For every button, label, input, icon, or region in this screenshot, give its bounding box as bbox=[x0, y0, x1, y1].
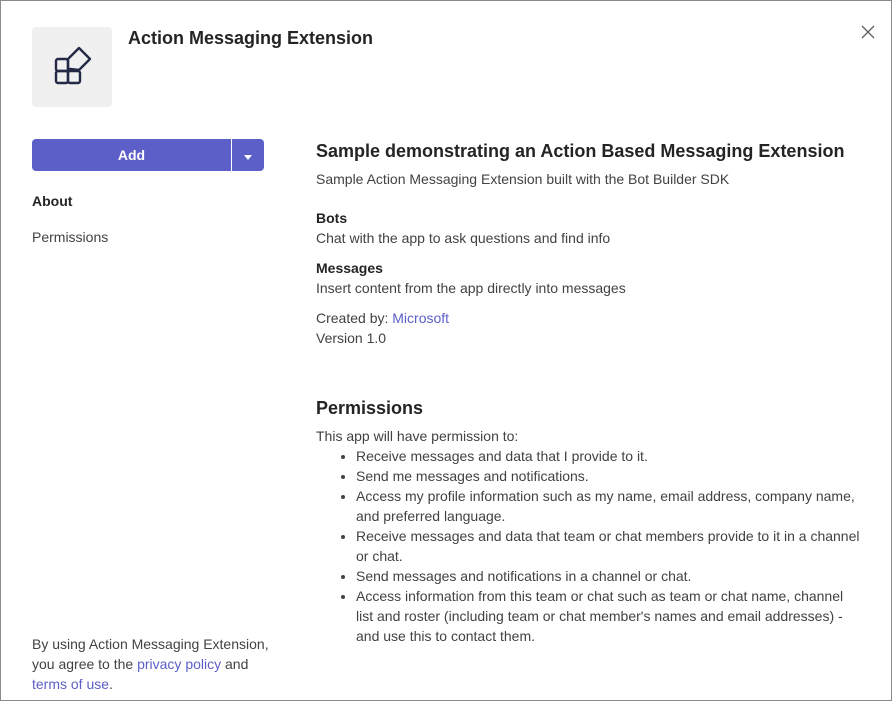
list-item: Access my profile information such as my… bbox=[356, 486, 861, 526]
permissions-intro: This app will have permission to: bbox=[316, 428, 519, 444]
version-text: Version 1.0 bbox=[316, 330, 387, 346]
add-button[interactable]: Add bbox=[32, 139, 231, 171]
terms-footer: By using Action Messaging Extension, you… bbox=[32, 634, 282, 694]
privacy-policy-link[interactable]: privacy policy bbox=[137, 656, 221, 672]
details-content: Sample demonstrating an Action Based Mes… bbox=[316, 139, 861, 646]
close-icon bbox=[861, 25, 875, 44]
created-by-label: Created by: bbox=[316, 310, 389, 326]
messages-heading: Messages bbox=[316, 260, 383, 276]
list-item: Receive messages and data that team or c… bbox=[356, 526, 861, 566]
app-title: Action Messaging Extension bbox=[128, 28, 374, 48]
list-item: Send me messages and notifications. bbox=[356, 466, 861, 486]
nav-item-permissions[interactable]: Permissions bbox=[32, 229, 108, 245]
chevron-down-icon bbox=[244, 148, 252, 163]
permissions-list: Receive messages and data that I provide… bbox=[316, 446, 861, 646]
nav-item-about[interactable]: About bbox=[32, 193, 72, 209]
footer-period: . bbox=[109, 676, 113, 692]
list-item: Receive messages and data that I provide… bbox=[356, 446, 861, 466]
add-options-dropdown[interactable] bbox=[232, 139, 264, 171]
list-item: Access information from this team or cha… bbox=[356, 586, 861, 646]
list-item: Send messages and notifications in a cha… bbox=[356, 566, 861, 586]
add-split-button: Add bbox=[32, 139, 264, 171]
app-logo-tile bbox=[32, 27, 112, 107]
publisher-link[interactable]: Microsoft bbox=[392, 310, 449, 326]
close-button[interactable] bbox=[857, 23, 879, 45]
app-blocks-icon bbox=[52, 45, 92, 90]
app-details-dialog: Action Messaging Extension Add About Per… bbox=[0, 0, 892, 701]
footer-and-text: and bbox=[225, 656, 249, 672]
app-short-description: Sample Action Messaging Extension built … bbox=[316, 171, 730, 187]
permissions-heading: Permissions bbox=[316, 398, 424, 418]
bots-heading: Bots bbox=[316, 210, 348, 226]
messages-description: Insert content from the app directly int… bbox=[316, 280, 626, 296]
created-by-line: Created by: Microsoft bbox=[316, 308, 861, 328]
app-long-title: Sample demonstrating an Action Based Mes… bbox=[316, 141, 845, 161]
bots-description: Chat with the app to ask questions and f… bbox=[316, 230, 611, 246]
terms-of-use-link[interactable]: terms of use bbox=[32, 676, 109, 692]
